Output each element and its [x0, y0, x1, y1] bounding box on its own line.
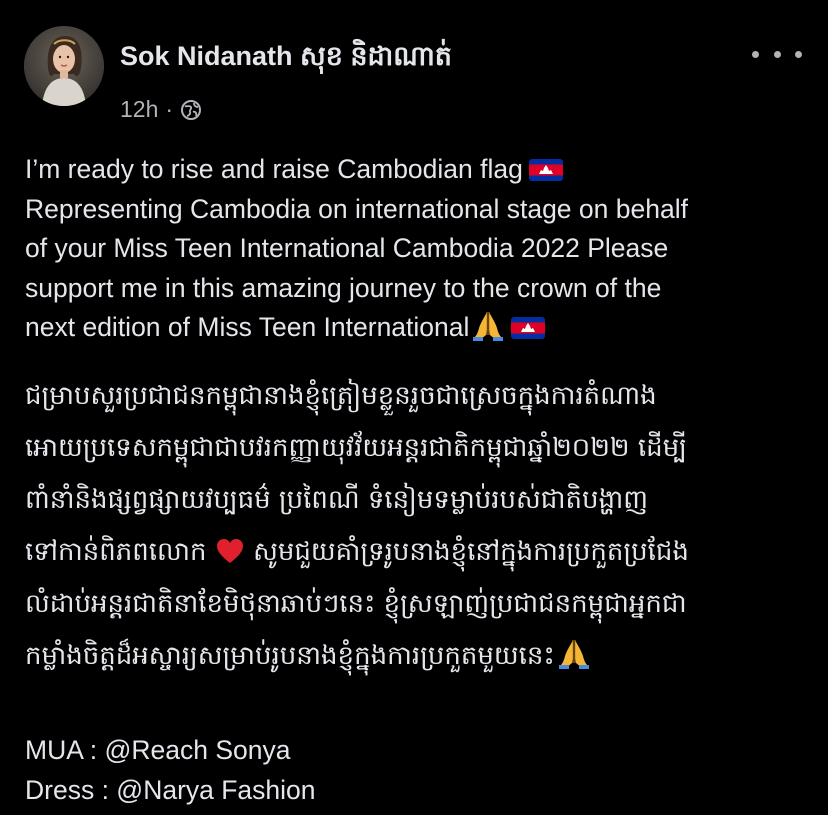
- post-time[interactable]: 12h: [120, 96, 158, 123]
- khmer-line: ទៅកាន់ពិភពលោក សូមជួយគាំទ្ររូបនាងខ្ញុំនៅក…: [25, 526, 815, 578]
- post-text-line: of your Miss Teen International Cambodia…: [25, 233, 669, 263]
- credit-line: Dress : @Narya Fashion: [25, 775, 316, 805]
- folded-hands-icon: [473, 312, 504, 341]
- author-name[interactable]: Sok Nidanath សុខ និដាណាត់: [120, 40, 452, 79]
- avatar[interactable]: [24, 26, 104, 106]
- text-segment: កម្លាំងចិត្តដ៏អស្ចារ្យសម្រាប់រូបនាងខ្ញុំ…: [25, 641, 555, 671]
- post-credits: MUA : @Reach Sonya Dress : @Narya Fashio…: [25, 730, 316, 810]
- text-segment: next edition of Miss Teen International: [25, 312, 470, 342]
- post-text-line: support me in this amazing journey to th…: [25, 272, 662, 303]
- credit-line: MUA : @Reach Sonya: [25, 735, 291, 765]
- meta-separator: ·: [165, 96, 174, 122]
- text-segment: I’m ready to rise and raise Cambodian fl…: [25, 154, 523, 184]
- post-meta: 12h ·: [120, 96, 202, 123]
- folded-hands-icon: [558, 640, 589, 669]
- more-dot-icon: [795, 50, 802, 58]
- khmer-line: អោយប្រទេសកម្ពុជាជាបវរកញ្ញាយុវវ័យអន្តរជាត…: [25, 433, 687, 463]
- khmer-line: ពាំនាំនិងផ្សព្វផ្សាយវប្បធម៌ ប្រពៃណី ទំនៀ…: [25, 485, 648, 515]
- post-text-khmer: ជម្រាបសួរប្រជាជនកម្ពុជានាងខ្ញុំត្រៀមខ្លួ…: [25, 370, 815, 682]
- cambodia-flag-icon: [528, 159, 563, 181]
- khmer-line: លំដាប់អន្តរជាតិនាខែមិថុនាឆាប់ៗនេះ ខ្ញុំស…: [25, 589, 687, 619]
- more-dot-icon: [752, 50, 759, 58]
- text-segment: ទៅកាន់ពិភពលោក: [25, 537, 207, 567]
- more-options-button[interactable]: [752, 42, 802, 66]
- post-text-line: next edition of Miss Teen International: [25, 308, 815, 348]
- cambodia-flag-icon: [511, 317, 546, 339]
- post-text-line: I’m ready to rise and raise Cambodian fl…: [25, 150, 815, 190]
- post-text-english: I’m ready to rise and raise Cambodian fl…: [25, 150, 815, 348]
- text-segment: សូមជួយគាំទ្ររូបនាងខ្ញុំនៅក្នុងការប្រកួតប…: [253, 537, 689, 567]
- avatar-image: [24, 26, 104, 106]
- globe-icon[interactable]: [180, 99, 202, 121]
- red-heart-icon: [216, 539, 243, 563]
- post-header: Sok Nidanath សុខ និដាណាត់ 12h ·: [24, 26, 808, 126]
- more-dot-icon: [773, 50, 781, 58]
- khmer-line: កម្លាំងចិត្តដ៏អស្ចារ្យសម្រាប់រូបនាងខ្ញុំ…: [25, 630, 815, 682]
- post-text-line: Representing Cambodia on international s…: [25, 193, 688, 224]
- khmer-line: ជម្រាបសួរប្រជាជនកម្ពុជានាងខ្ញុំត្រៀមខ្លួ…: [25, 381, 657, 411]
